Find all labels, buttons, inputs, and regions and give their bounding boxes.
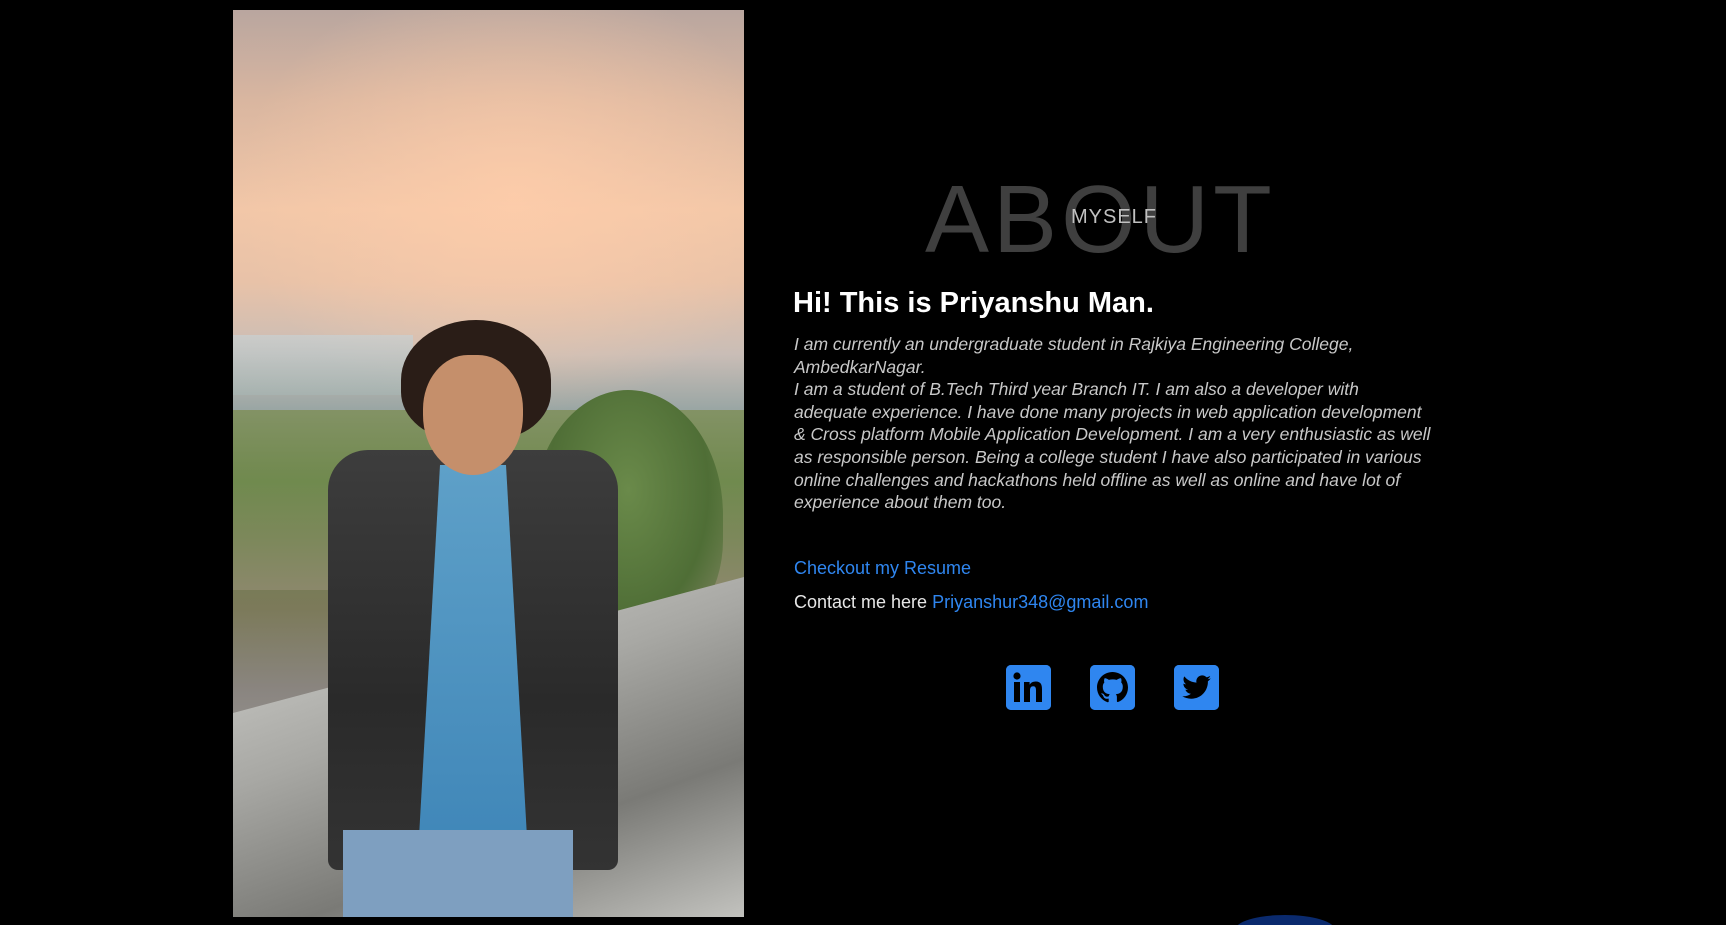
intro-text: I am currently an undergraduate student … <box>794 333 1434 514</box>
about-heading: ABOUT MYSELF <box>925 170 1305 270</box>
profile-photo <box>233 10 744 917</box>
twitter-button[interactable] <box>1174 665 1219 710</box>
about-heading-small: MYSELF <box>1071 206 1158 228</box>
resume-link[interactable]: Checkout my Resume <box>794 558 971 579</box>
about-section: ABOUT MYSELF Hi! This is Priyanshu Man. … <box>0 0 1726 925</box>
decorative-blob <box>1235 915 1335 925</box>
twitter-icon <box>1174 665 1219 710</box>
linkedin-button[interactable] <box>1006 665 1051 710</box>
email-link[interactable]: Priyanshur348@gmail.com <box>932 592 1148 612</box>
photo-person-face <box>423 355 523 475</box>
intro-paragraph-2: I am a student of B.Tech Third year Bran… <box>794 379 1431 513</box>
intro-title: Hi! This is Priyanshu Man. <box>793 287 1154 319</box>
github-icon <box>1090 665 1135 710</box>
social-links <box>1006 665 1221 711</box>
photo-person-jeans <box>343 830 573 917</box>
contact-line: Contact me here Priyanshur348@gmail.com <box>794 592 1148 613</box>
intro-paragraph-1: I am currently an undergraduate student … <box>794 334 1354 377</box>
github-button[interactable] <box>1090 665 1135 710</box>
contact-prefix: Contact me here <box>794 592 933 612</box>
linkedin-icon <box>1006 665 1051 710</box>
photo-buildings <box>233 335 413 395</box>
